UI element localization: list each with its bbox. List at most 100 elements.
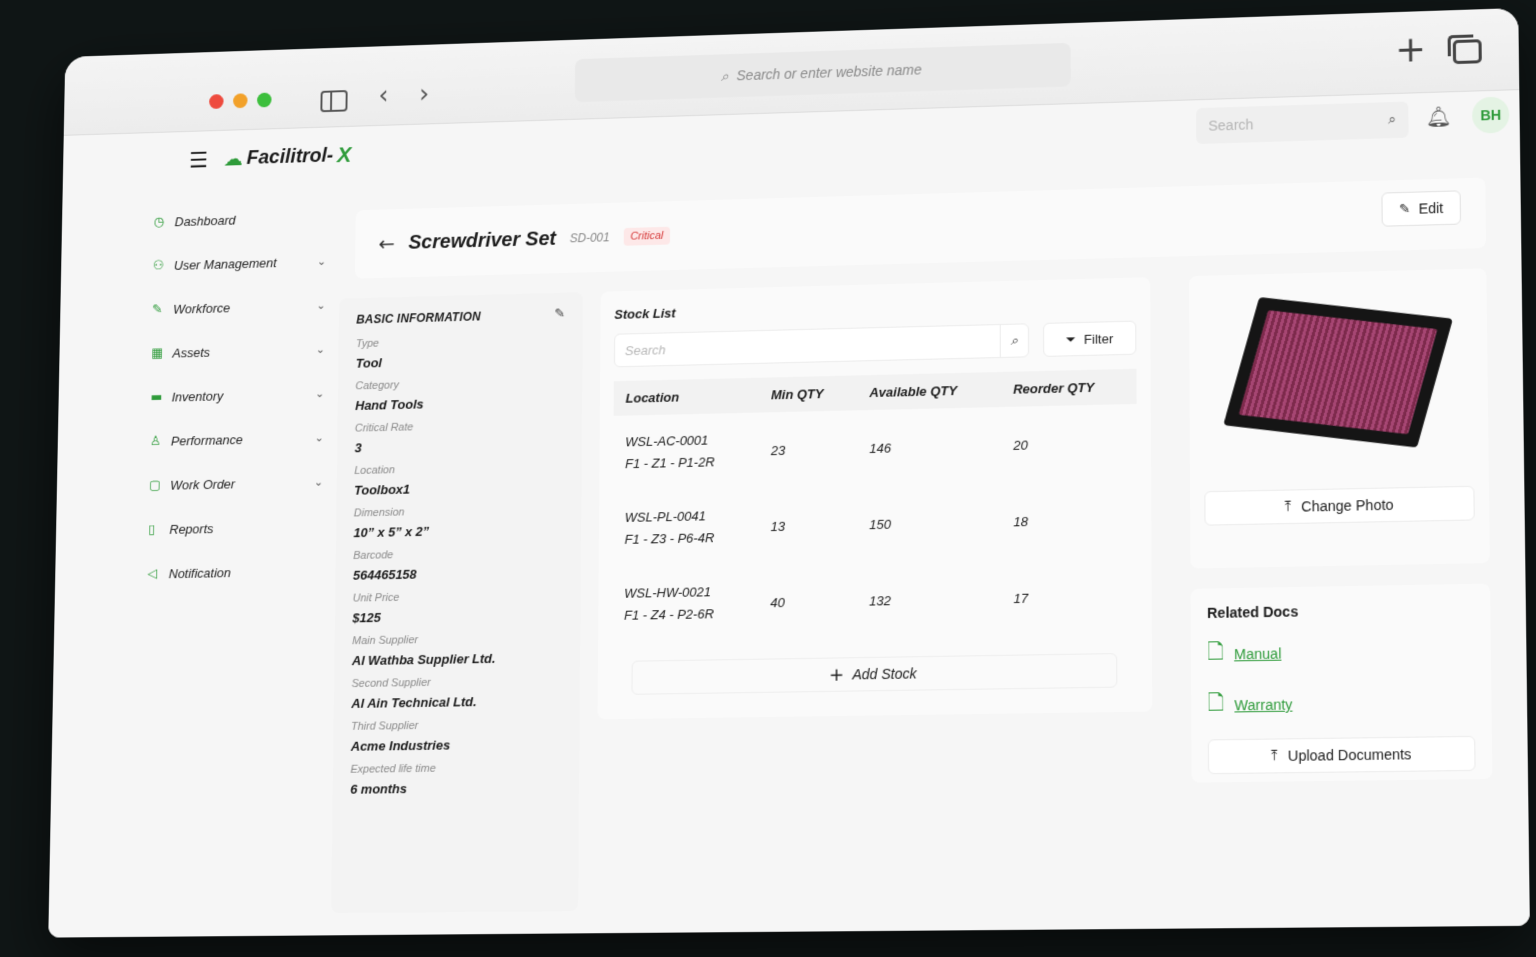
doc-item: 🗋︎ Warranty: [1208, 684, 1475, 723]
doc-item: 🗋︎ Manual: [1207, 633, 1474, 672]
field-value: 3: [355, 436, 565, 455]
field-label: Category: [355, 375, 564, 392]
item-header: ← Screwdriver Set SD-001 Critical ✎ Edit: [355, 178, 1486, 279]
user-icon: ⚇: [153, 258, 167, 273]
chevron-down-icon[interactable]: ⌄: [315, 431, 324, 444]
dashboard-icon: ◷: [153, 215, 167, 230]
edit-label: Edit: [1418, 200, 1443, 217]
sidebar-item-dashboard[interactable]: ◷ Dashboard: [153, 196, 327, 245]
field-value: Acme Industries: [351, 736, 562, 754]
field-value: 564465158: [353, 564, 563, 583]
file-icon: 🗋︎: [1208, 688, 1225, 723]
field-label: Dimension: [354, 503, 564, 519]
performance-icon: ♙: [150, 434, 164, 449]
upload-icon: ⤒: [1271, 748, 1278, 764]
maximize-window-button[interactable]: [257, 93, 272, 108]
sidebar-item-user-management[interactable]: ⚇ User Management ⌄: [152, 239, 326, 288]
status-badge: Critical: [623, 227, 670, 246]
location-code: WSL-AC-0001: [625, 429, 747, 454]
upload-icon: ⤒: [1285, 499, 1291, 515]
sidebar-item-label: Assets: [172, 345, 210, 361]
change-photo-button[interactable]: ⤒ Change Photo: [1204, 486, 1474, 526]
sidebar-item-notification[interactable]: ◁ Notification: [147, 549, 322, 597]
sidebar-toggle-icon[interactable]: [320, 90, 347, 112]
edit-pencil-icon[interactable]: ✎: [554, 306, 565, 321]
funnel-icon: ⏷: [1066, 332, 1076, 347]
minimize-window-button[interactable]: [233, 93, 248, 108]
doc-link-manual[interactable]: Manual: [1234, 645, 1281, 662]
new-tab-icon[interactable]: +: [1395, 29, 1426, 71]
sidebar-item-reports[interactable]: ▯ Reports: [148, 504, 323, 552]
location-code: WSL-HW-0021: [624, 581, 746, 605]
chevron-down-icon[interactable]: ⌄: [315, 387, 324, 400]
reorder-qty-cell: 18: [1001, 481, 1137, 560]
upload-documents-label: Upload Documents: [1288, 746, 1412, 764]
hamburger-menu-icon[interactable]: ☰: [189, 149, 208, 174]
search-icon[interactable]: ⌕: [999, 325, 1017, 357]
filter-label: Filter: [1084, 331, 1113, 347]
chevron-down-icon[interactable]: ⌄: [316, 343, 325, 356]
top-search-input[interactable]: Search ⌕: [1196, 102, 1409, 144]
info-field: Main Supplier Al Wathba Supplier Ltd.: [352, 632, 563, 668]
tabs-overview-icon[interactable]: [1453, 39, 1482, 64]
logo-x: X: [337, 142, 352, 168]
table-row[interactable]: WSL-HW-0021 F1 - Z4 - P2-6R 40 132 17: [612, 557, 1138, 643]
sidebar-item-label: Work Order: [170, 477, 235, 493]
field-label: Barcode: [353, 546, 563, 562]
pencil-icon: ✎: [1399, 201, 1410, 216]
info-field: Category Hand Tools: [355, 375, 565, 412]
add-stock-button[interactable]: + Add Stock: [631, 653, 1117, 695]
field-label: Unit Price: [353, 589, 563, 605]
min-qty-cell: 23: [759, 410, 858, 488]
back-arrow-icon[interactable]: ←: [378, 232, 395, 256]
bell-icon[interactable]: 🔔︎: [1425, 104, 1451, 129]
browser-window: ‹ › ⌕ Search or enter website name + ☰ ☁…: [48, 8, 1530, 938]
sidebar-item-inventory[interactable]: ▬ Inventory ⌄: [150, 371, 324, 419]
chevron-down-icon[interactable]: ⌄: [317, 255, 326, 268]
edit-button[interactable]: ✎ Edit: [1381, 190, 1461, 226]
sidebar-item-label: Dashboard: [175, 213, 236, 229]
location-code: WSL-PL-0041: [625, 505, 747, 529]
logo-text: Facilitrol-: [246, 144, 333, 169]
avatar[interactable]: BH: [1472, 96, 1510, 133]
field-label: Critical Rate: [355, 418, 565, 435]
available-qty-cell: 150: [857, 483, 1001, 562]
back-arrow-icon[interactable]: ‹: [378, 81, 388, 110]
table-row[interactable]: WSL-AC-0001 F1 - Z1 - P1-2R 23 146 20: [613, 404, 1137, 491]
column-header-min-qty: Min QTY: [759, 375, 857, 412]
info-field: Expected life time 6 months: [350, 761, 561, 797]
info-field: Type Tool: [356, 333, 565, 371]
doc-link-warranty[interactable]: Warranty: [1234, 696, 1292, 713]
app-area: ☰ ☁ Facilitrol- X Search ⌕ 🔔︎ BH ◷ Dashboa…: [48, 90, 1530, 938]
min-qty-cell: 13: [758, 486, 857, 564]
sidebar-item-performance[interactable]: ♙ Performance ⌄: [149, 416, 324, 464]
location-path: F1 - Z4 - P2-6R: [624, 603, 746, 627]
upload-documents-button[interactable]: ⤒ Upload Documents: [1208, 736, 1476, 774]
info-field: Third Supplier Acme Industries: [351, 718, 562, 754]
cloud-logo-icon: ☁: [223, 147, 243, 171]
chevron-down-icon[interactable]: ⌄: [316, 299, 325, 312]
sidebar-item-workforce[interactable]: ✎ Workforce ⌄: [152, 283, 326, 331]
field-value: Al Wathba Supplier Ltd.: [352, 650, 563, 668]
min-qty-cell: 40: [758, 563, 857, 641]
address-bar[interactable]: ⌕ Search or enter website name: [575, 43, 1071, 102]
field-value: Tool: [356, 351, 565, 371]
location-path: F1 - Z1 - P1-2R: [625, 451, 747, 476]
stock-search-input[interactable]: Search ⌕: [614, 323, 1029, 367]
chevron-down-icon[interactable]: ⌄: [314, 476, 323, 489]
sidebar-item-assets[interactable]: ▦ Assets ⌄: [151, 327, 325, 375]
location-cell: WSL-AC-0001 F1 - Z1 - P1-2R: [613, 413, 759, 492]
field-label: Main Supplier: [352, 632, 562, 647]
forward-arrow-icon[interactable]: ›: [419, 80, 429, 109]
grid-icon: ▦: [151, 346, 165, 361]
table-row[interactable]: WSL-PL-0041 F1 - Z3 - P6-4R 13 150 18: [613, 481, 1138, 568]
close-window-button[interactable]: [209, 94, 224, 109]
plus-icon: +: [829, 664, 844, 685]
top-search-placeholder: Search: [1208, 116, 1253, 133]
related-docs-panel: Related Docs 🗋︎ Manual 🗋︎ Warranty ⤒ Upl…: [1191, 584, 1493, 783]
field-value: 6 months: [350, 779, 561, 797]
filter-button[interactable]: ⏷ Filter: [1043, 321, 1136, 357]
main-content: ← Screwdriver Set SD-001 Critical ✎ Edit…: [331, 157, 1515, 936]
sidebar-item-work-order[interactable]: ▢ Work Order ⌄: [149, 460, 324, 508]
location-cell: WSL-HW-0021 F1 - Z4 - P2-6R: [612, 564, 758, 643]
